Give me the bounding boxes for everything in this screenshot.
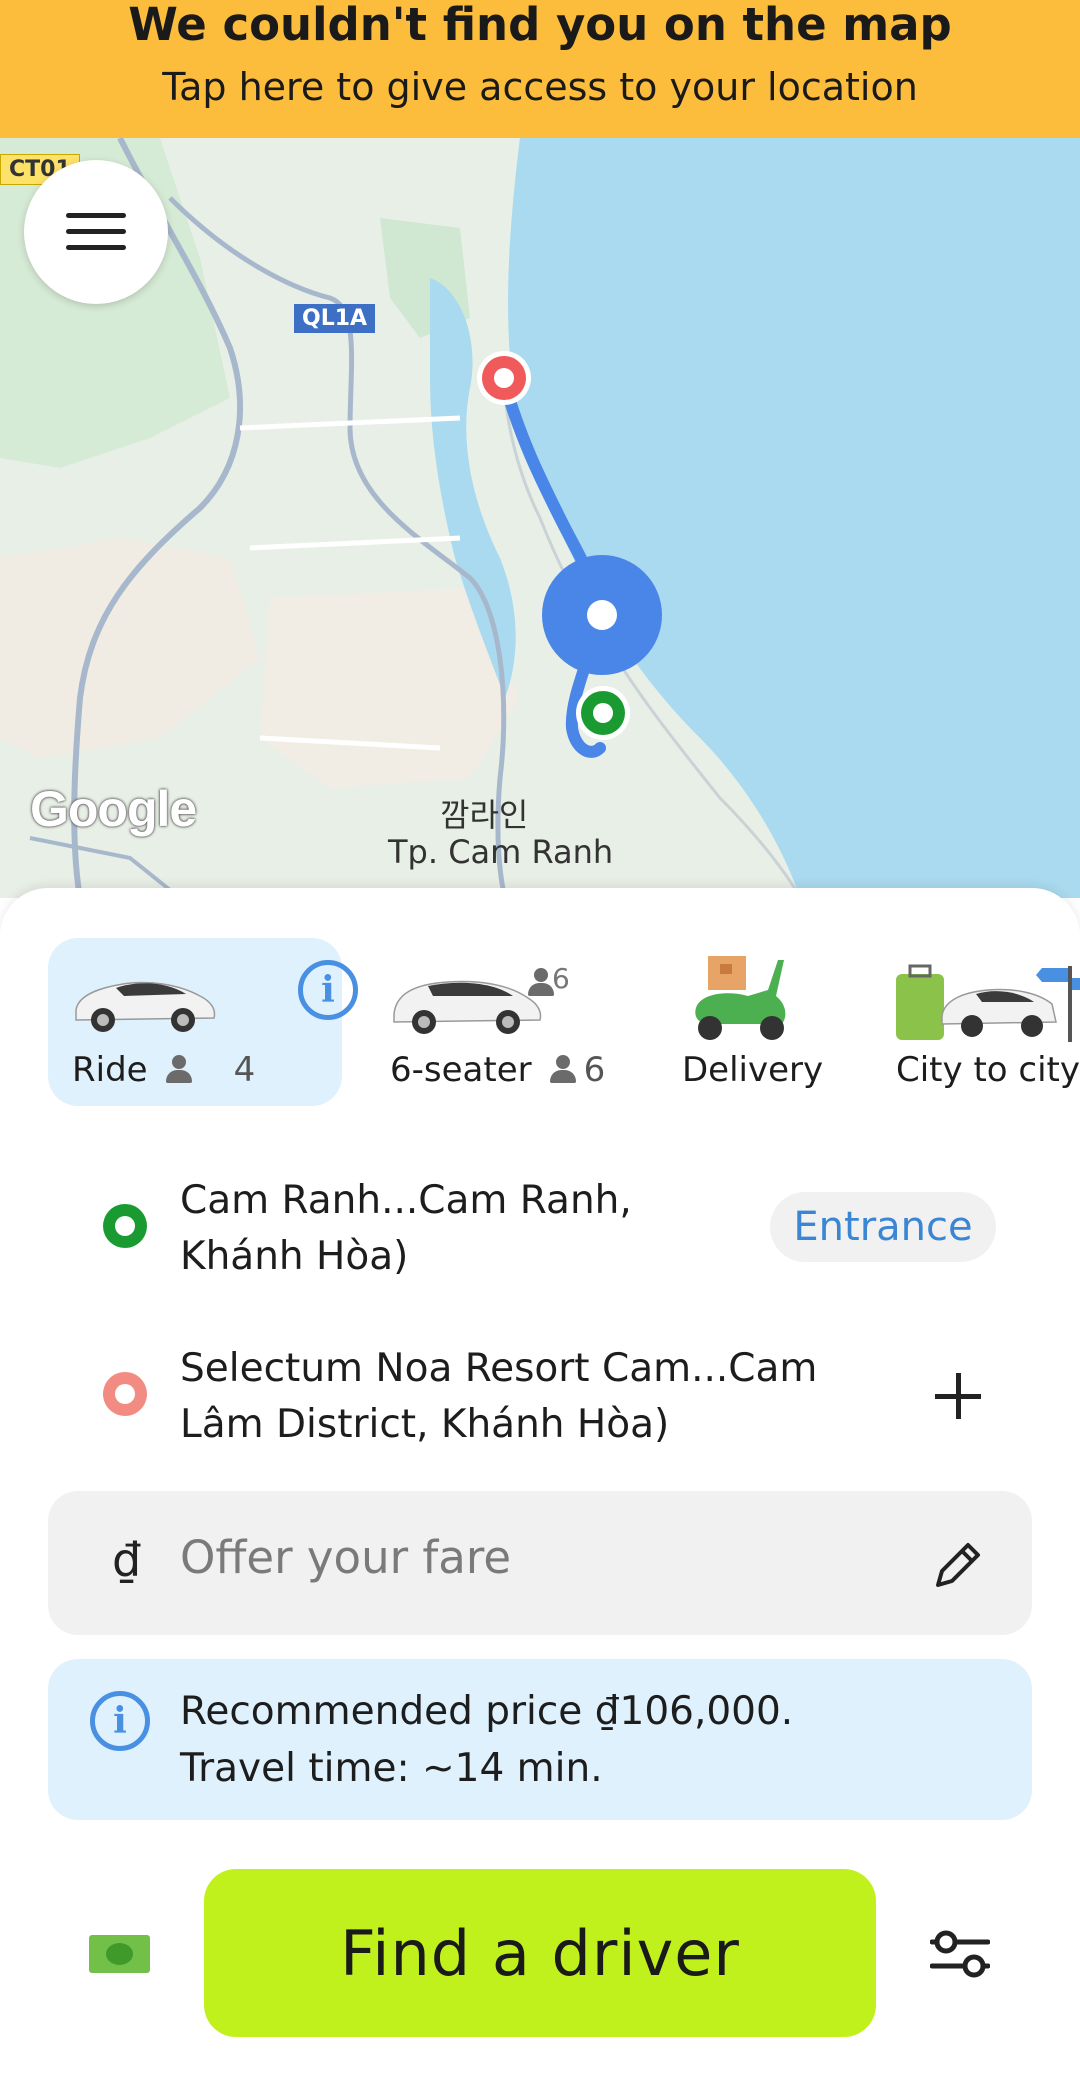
google-logo: Google xyxy=(30,781,197,837)
pickup-address-line1: Cam Ranh...Cam Ranh, xyxy=(180,1178,632,1223)
6-seater-badge-count: 6 xyxy=(552,962,570,995)
service-ride[interactable]: i Ride 4 xyxy=(48,938,358,1106)
ride-info-icon[interactable]: i xyxy=(298,960,358,1020)
recommendation-text: Recommended price ₫106,000. Travel time:… xyxy=(180,1683,793,1797)
road-label-ql1a: QL1A xyxy=(294,304,376,333)
destination-dot-icon xyxy=(103,1372,147,1416)
car-icon xyxy=(75,981,216,1032)
place-label-korean: 깜라인 xyxy=(440,796,529,834)
passenger-icon xyxy=(528,968,554,996)
ride-capacity: 4 xyxy=(233,1050,256,1090)
service-delivery-label: Delivery xyxy=(682,1050,824,1090)
destination-address-line1: Selectum Noa Resort Cam...Cam xyxy=(180,1346,818,1391)
ride-label-text: Ride xyxy=(72,1050,148,1090)
hamburger-icon xyxy=(66,213,126,251)
passenger-icon xyxy=(165,1055,192,1083)
place-label-cam-ranh: Tp. Cam Ranh xyxy=(388,833,614,871)
recommendation-box: i Recommended price ₫106,000. Travel tim… xyxy=(48,1659,1032,1820)
service-ride-label: Ride 4 xyxy=(72,1050,255,1090)
pickup-row[interactable]: Cam Ranh...Cam Ranh, Khánh Hòa) Entrance xyxy=(48,1166,1032,1296)
add-stop-icon[interactable] xyxy=(928,1366,988,1426)
fare-input[interactable] xyxy=(180,1531,880,1584)
pickup-dot-icon xyxy=(103,1204,147,1248)
destination-address: Selectum Noa Resort Cam...Cam Lâm Distri… xyxy=(180,1341,817,1453)
service-6-seater[interactable]: 6 6-seater 6 xyxy=(370,938,605,1106)
6-seater-badge: 6 xyxy=(528,962,570,996)
pickup-address-line2: Khánh Hòa) xyxy=(180,1234,409,1279)
service-city-to-city[interactable]: City to city xyxy=(880,938,1080,1106)
currency-icon: ₫ xyxy=(112,1533,142,1587)
info-icon: i xyxy=(90,1691,150,1751)
destination-row[interactable]: Selectum Noa Resort Cam...Cam Lâm Distri… xyxy=(48,1334,1032,1464)
banner-title: We couldn't find you on the map xyxy=(128,0,952,51)
filter-settings-icon[interactable] xyxy=(930,1928,990,1980)
travel-time: Travel time: ~14 min. xyxy=(180,1746,603,1791)
entrance-button[interactable]: Entrance xyxy=(770,1192,996,1262)
service-delivery[interactable]: Delivery xyxy=(668,938,848,1106)
luggage-car-icon xyxy=(896,964,1080,1042)
pickup-address: Cam Ranh...Cam Ranh, Khánh Hòa) xyxy=(180,1173,632,1285)
find-driver-button[interactable]: Find a driver xyxy=(204,1869,876,2037)
service-city-to-city-label: City to city xyxy=(896,1050,1080,1090)
passenger-icon xyxy=(549,1055,576,1083)
menu-button[interactable] xyxy=(24,160,168,304)
6-seater-capacity: 6 xyxy=(583,1050,606,1090)
scooter-icon xyxy=(695,956,786,1040)
fare-field[interactable]: ₫ xyxy=(48,1491,1032,1635)
service-selector: i Ride 4 6 6-seater 6 Delivery City to c… xyxy=(0,938,1080,1108)
6-seater-label-text: 6-seater xyxy=(390,1050,532,1090)
minivan-icon xyxy=(393,980,542,1034)
service-6-seater-label: 6-seater 6 xyxy=(390,1050,605,1090)
recommended-price: Recommended price ₫106,000. xyxy=(180,1689,794,1734)
location-access-banner[interactable]: We couldn't find you on the map Tap here… xyxy=(0,0,1080,138)
pencil-icon[interactable] xyxy=(928,1535,988,1595)
cash-payment-icon[interactable] xyxy=(89,1935,150,1973)
banner-subtitle: Tap here to give access to your location xyxy=(162,65,918,109)
destination-address-line2: Lâm District, Khánh Hòa) xyxy=(180,1402,670,1447)
